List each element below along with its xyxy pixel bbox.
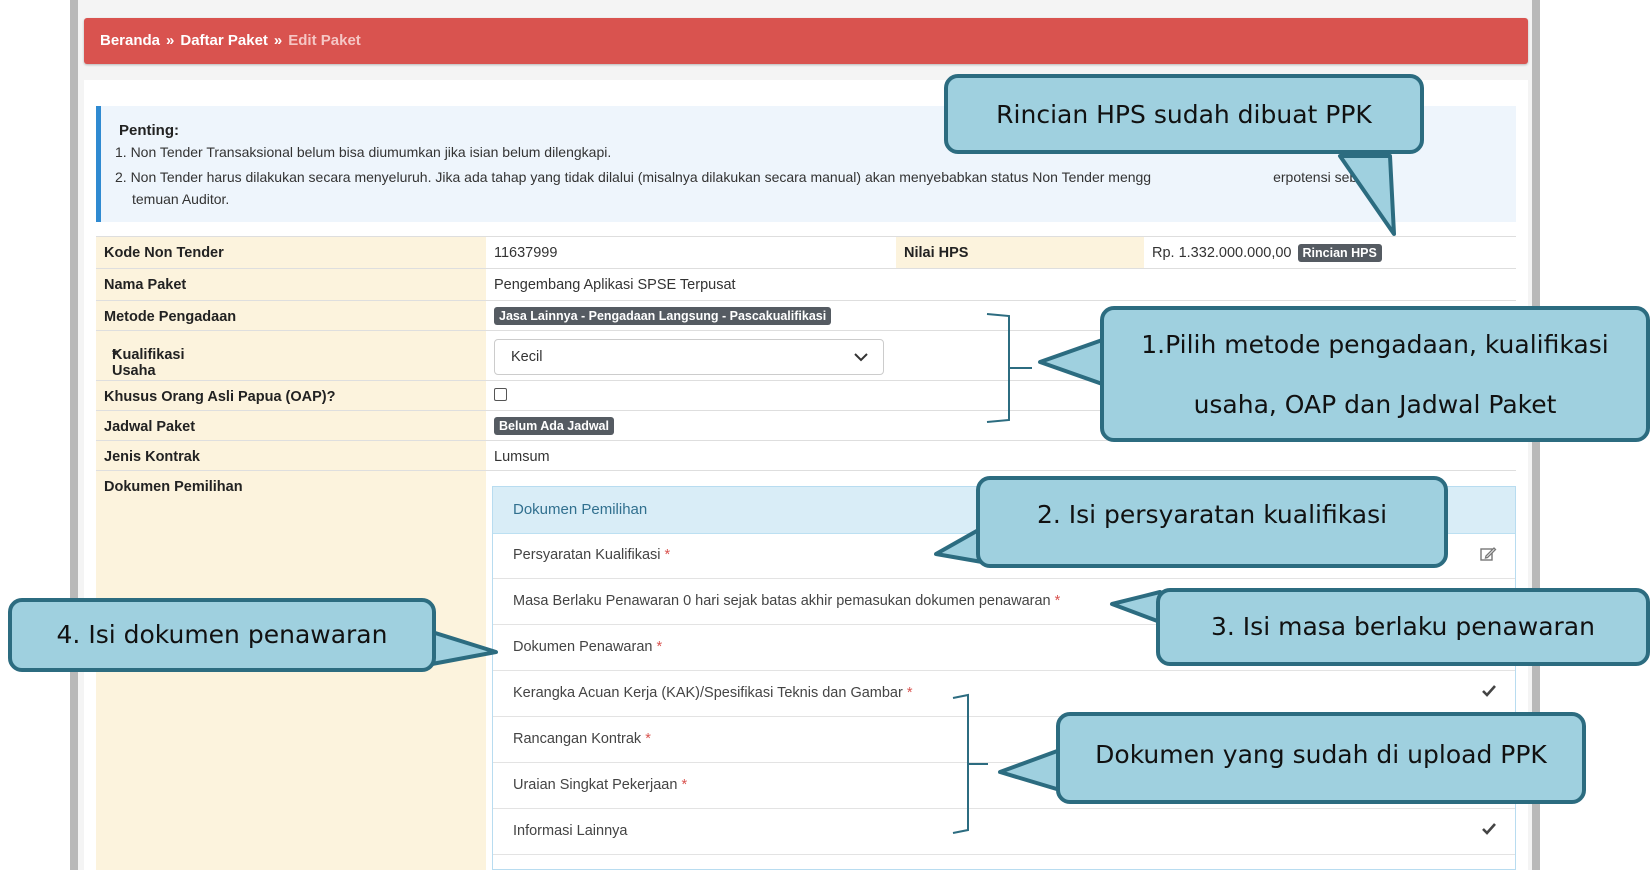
check-icon: [1482, 823, 1496, 835]
alert-line-1: 1. Non Tender Transaksional belum bisa d…: [115, 144, 612, 160]
callout-step-1: 1.Pilih metode pengadaan, kualifikasi us…: [1100, 306, 1650, 442]
callout-step-1-line-1: 1.Pilih metode pengadaan, kualifikasi: [1141, 330, 1609, 359]
label-metode-pengadaan: Metode Pengadaan: [104, 309, 237, 325]
value-jenis-kontrak: Lumsum: [494, 449, 550, 465]
jadwal-badge[interactable]: Belum Ada Jadwal: [494, 417, 614, 435]
callout-step-1-line-2: usaha, OAP dan Jadwal Paket: [1193, 390, 1557, 419]
rincian-hps-button[interactable]: Rincian HPS: [1297, 244, 1382, 262]
label-jadwal-paket: Jadwal Paket: [104, 419, 196, 435]
callout-step-4-text: 4. Isi dokumen penawaran: [56, 620, 388, 649]
value-nilai-hps: Rp. 1.332.000.000,00 Rincian HPS: [1152, 244, 1382, 262]
label-nilai-hps: Nilai HPS: [904, 245, 969, 261]
callout-rincian-hps-text: Rincian HPS sudah dibuat PPK: [996, 100, 1372, 129]
breadcrumb-bar: Beranda » Daftar Paket » Edit Paket: [84, 18, 1528, 64]
label-nilai-hps-cell: Nilai HPS: [896, 237, 1144, 268]
nilai-hps-amount: Rp. 1.332.000.000,00: [1152, 245, 1292, 261]
row-nama-paket: Nama Paket Pengembang Aplikasi SPSE Terp…: [96, 268, 1516, 300]
alert-title: Penting:: [119, 122, 179, 139]
alert-line-2-end: erpotensi sebagai: [1273, 169, 1384, 185]
callout-step-3: 3. Isi masa berlaku penawaran: [1156, 588, 1650, 666]
kualifikasi-select[interactable]: Kecil: [494, 339, 884, 375]
callout-step-2: 2. Isi persyaratan kualifikasi: [976, 476, 1448, 568]
dokumen-panel-title: Dokumen Pemilihan: [513, 501, 648, 518]
label-nama-paket: Nama Paket: [104, 277, 187, 293]
label-jenis-kontrak: Jenis Kontrak: [104, 449, 200, 465]
callout-step-2-text: 2. Isi persyaratan kualifikasi: [1036, 500, 1388, 529]
breadcrumb-daftar-paket[interactable]: Daftar Paket: [180, 32, 268, 49]
row-kode-non-tender: Kode Non Tender 11637999 Nilai HPS Rp. 1…: [96, 236, 1516, 268]
check-icon: [1482, 685, 1496, 697]
label-oap: Khusus Orang Asli Papua (OAP)?: [104, 389, 336, 405]
callout-step-3-text: 3. Isi masa berlaku penawaran: [1211, 612, 1595, 641]
dokumen-item-informasi-lainnya[interactable]: Informasi Lainnya: [493, 809, 1515, 855]
breadcrumb-separator: »: [166, 32, 175, 49]
oap-checkbox[interactable]: [494, 388, 507, 401]
metode-badge: Jasa Lainnya - Pengadaan Langsung - Pasc…: [494, 307, 832, 325]
label-dokumen-pemilihan: Dokumen Pemilihan: [104, 479, 243, 495]
breadcrumb-separator: »: [273, 32, 283, 49]
value-nama-paket: Pengembang Aplikasi SPSE Terpusat: [494, 277, 736, 293]
alert-line-2-cont: temuan Auditor.: [132, 191, 230, 207]
dokumen-item-kak[interactable]: Kerangka Acuan Kerja (KAK)/Spesifikasi T…: [493, 671, 1515, 717]
alert-line-2: 2. Non Tender harus dilakukan secara men…: [115, 166, 1485, 210]
kualifikasi-selected: Kecil: [511, 349, 543, 365]
callout-upload-ppk: Dokumen yang sudah di upload PPK: [1056, 712, 1586, 804]
callout-upload-ppk-text: Dokumen yang sudah di upload PPK: [1095, 740, 1547, 769]
callout-step-4: 4. Isi dokumen penawaran: [8, 598, 436, 672]
callout-rincian-hps: Rincian HPS sudah dibuat PPK: [944, 74, 1424, 154]
value-kode-non-tender: 11637999: [494, 245, 558, 261]
breadcrumb-current: Edit Paket: [288, 32, 361, 49]
alert-line-2-start: 2. Non Tender harus dilakukan secara men…: [115, 169, 1152, 185]
breadcrumb-home[interactable]: Beranda: [100, 32, 160, 49]
edit-icon[interactable]: [1479, 545, 1497, 563]
chevron-down-icon: [854, 353, 868, 362]
breadcrumb: Beranda » Daftar Paket » Edit Paket: [100, 32, 361, 49]
label-kode-non-tender: Kode Non Tender: [104, 245, 224, 261]
row-jenis-kontrak: Jenis Kontrak Lumsum: [96, 440, 1516, 470]
